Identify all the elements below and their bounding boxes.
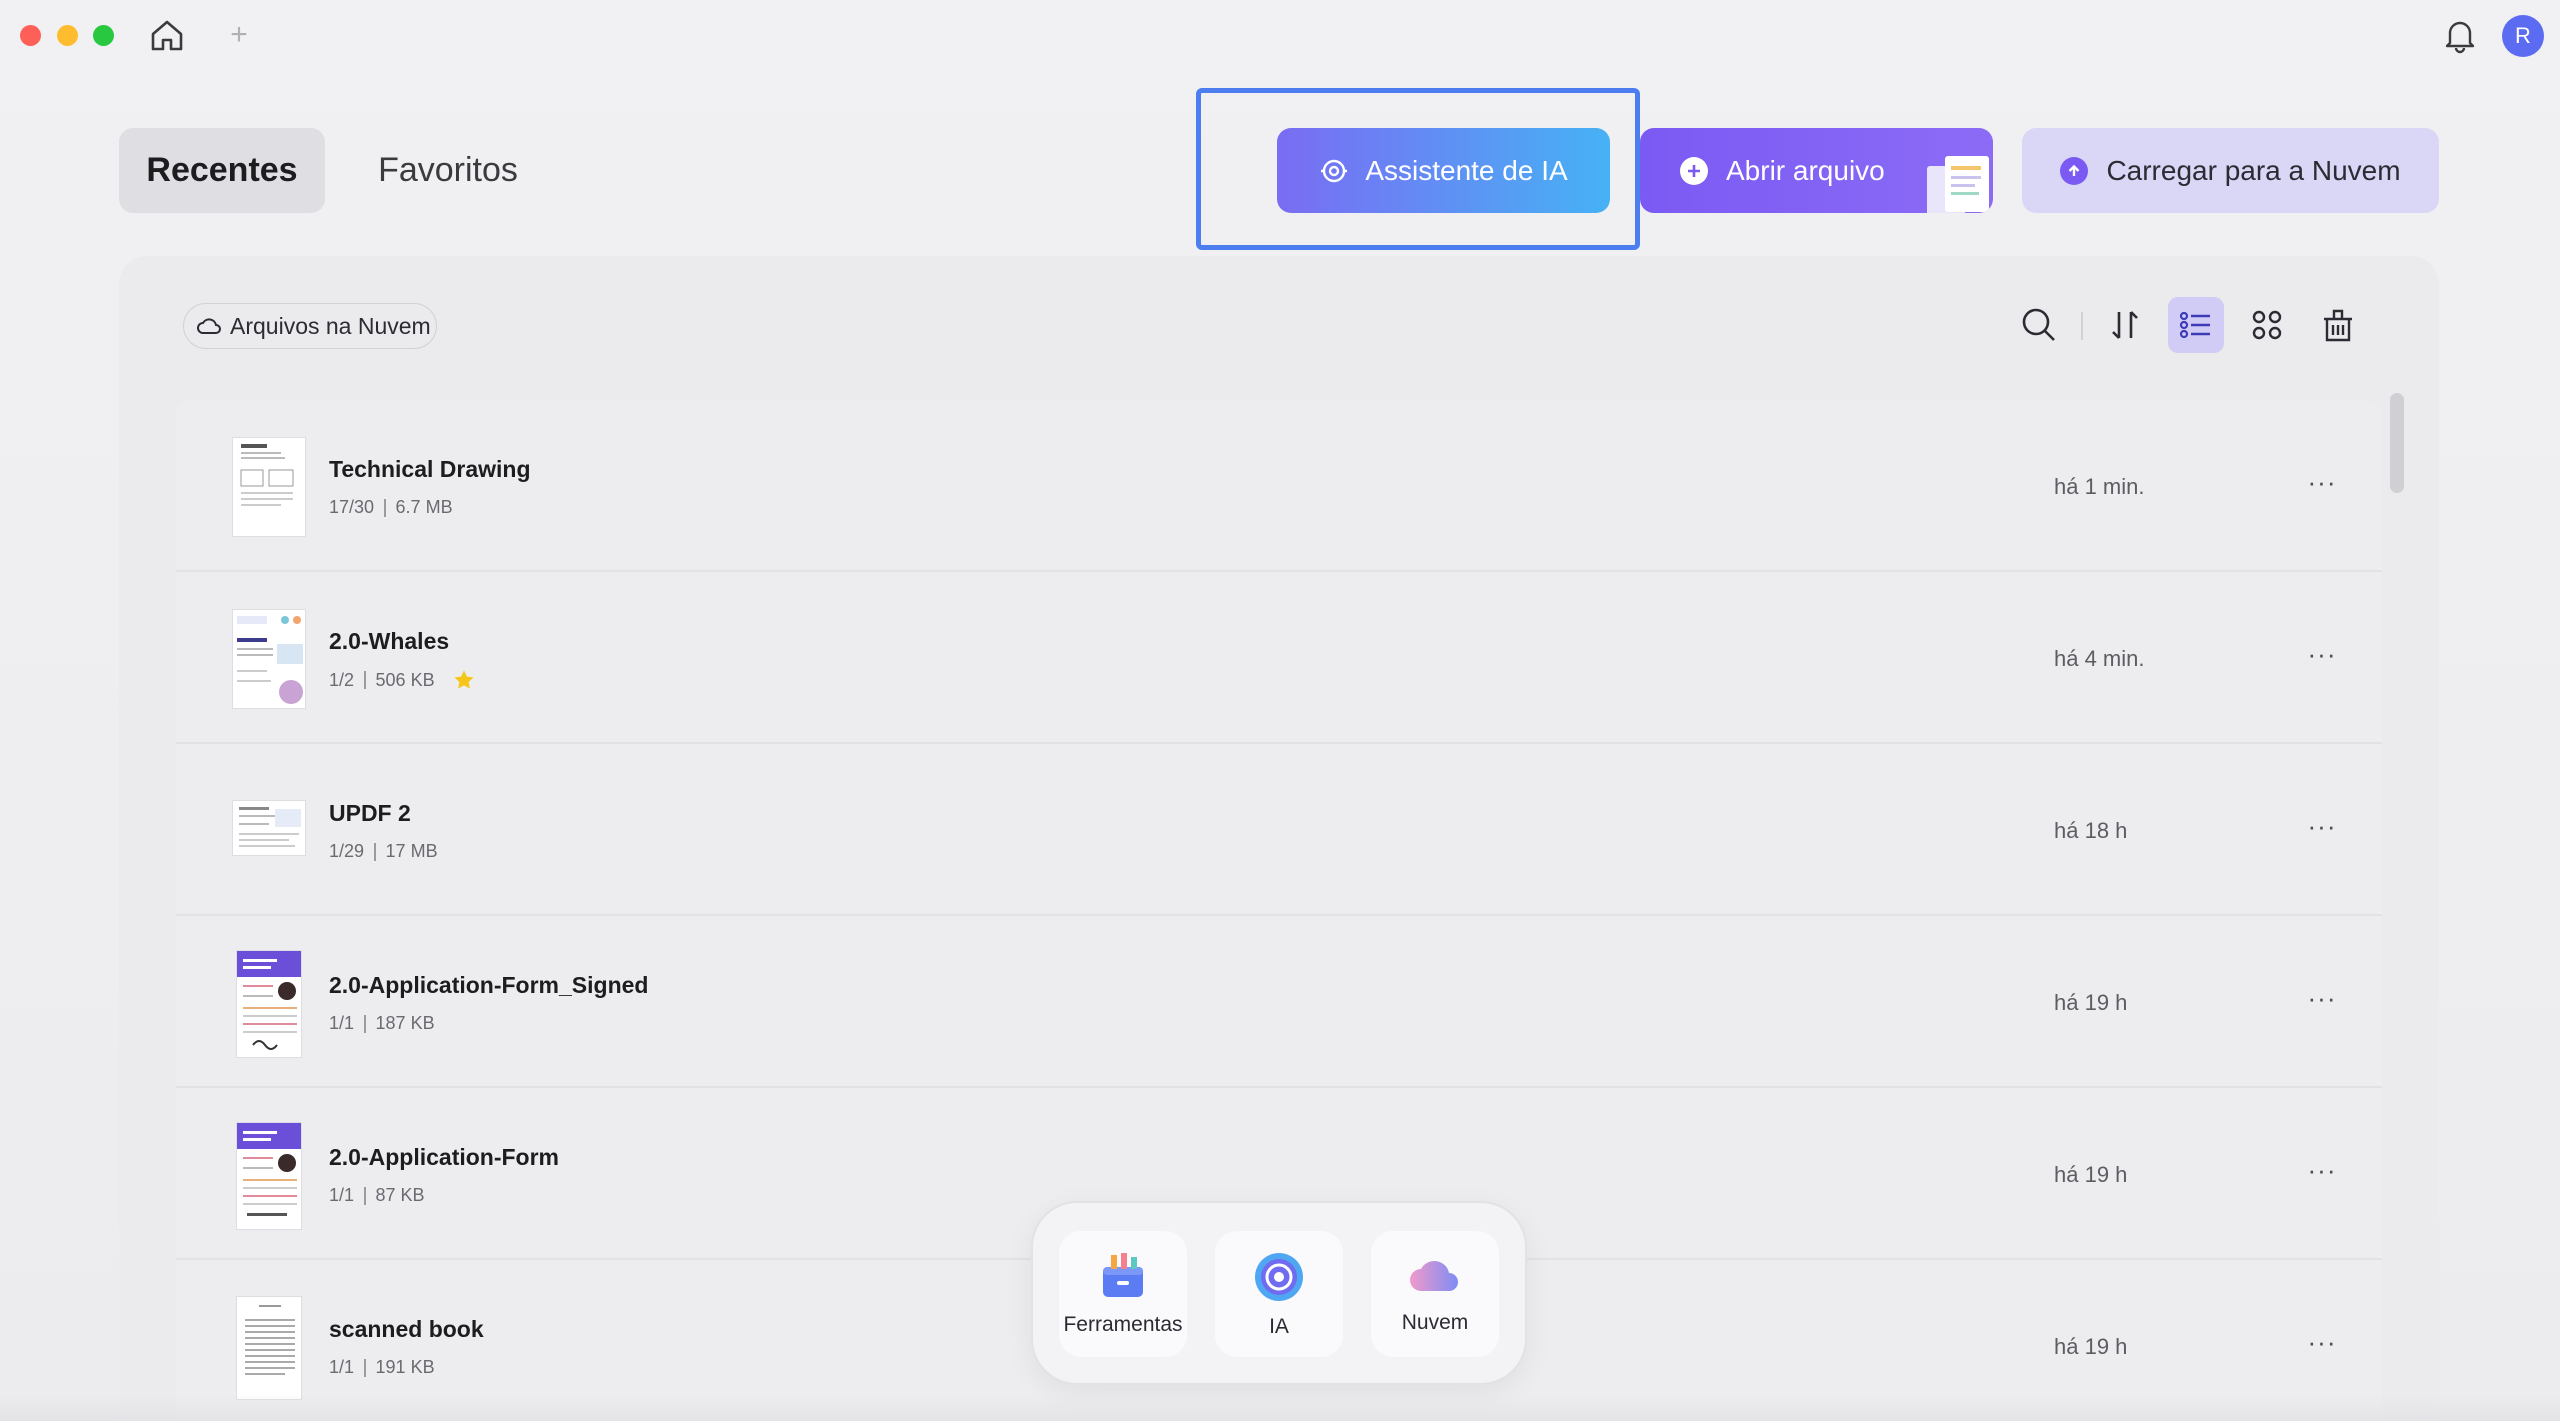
bottom-edge bbox=[0, 1395, 2560, 1421]
ai-icon bbox=[1255, 1253, 1303, 1301]
scrollbar[interactable] bbox=[2390, 393, 2404, 493]
list-item[interactable]: 2.0-Application-Form_Signed 1/1 187 KB há… bbox=[176, 916, 2382, 1088]
file-time: há 19 h bbox=[2054, 1162, 2128, 1187]
file-size: 87 KB bbox=[375, 1185, 425, 1205]
open-file-button[interactable]: Abrir arquivo bbox=[1640, 128, 1993, 213]
file-meta: 1/29 17 MB bbox=[329, 841, 438, 862]
grid-view-icon[interactable] bbox=[2239, 297, 2295, 353]
dock-tools-button[interactable]: Ferramentas bbox=[1059, 1231, 1187, 1357]
plus-circle-icon bbox=[1680, 156, 1708, 185]
more-options-button[interactable]: ··· bbox=[2302, 1329, 2342, 1362]
file-meta: 1/1 191 KB bbox=[329, 1357, 435, 1378]
add-tab-button[interactable]: + bbox=[228, 18, 250, 52]
file-name: 2.0-Application-Form bbox=[329, 1144, 560, 1170]
file-size: 191 KB bbox=[375, 1357, 435, 1377]
list-item[interactable]: Technical Drawing 17/30 6.7 MB há 1 min. … bbox=[176, 400, 2382, 572]
more-options-button[interactable]: ··· bbox=[2302, 641, 2342, 674]
documents-illustration-icon bbox=[1927, 156, 1989, 213]
ai-assistant-button[interactable]: Assistente de IA bbox=[1277, 128, 1610, 213]
file-name: scanned book bbox=[329, 1316, 484, 1342]
file-name: Technical Drawing bbox=[329, 456, 531, 482]
file-meta: 1/2 506 KB bbox=[329, 669, 475, 691]
file-time: há 18 h bbox=[2054, 818, 2128, 843]
dock-ai-button[interactable]: IA bbox=[1215, 1231, 1343, 1357]
upload-icon bbox=[2060, 156, 2089, 185]
file-thumbnail bbox=[232, 437, 306, 537]
sort-icon[interactable] bbox=[2097, 297, 2153, 353]
file-thumbnail bbox=[236, 950, 302, 1058]
file-time: há 19 h bbox=[2054, 1334, 2128, 1359]
more-options-button[interactable]: ··· bbox=[2302, 985, 2342, 1018]
tab-favorites[interactable]: Favoritos bbox=[350, 128, 546, 213]
minimize-window-button[interactable] bbox=[57, 25, 78, 46]
dock-cloud-button[interactable]: Nuvem bbox=[1371, 1231, 1499, 1357]
file-pages: 1/1 bbox=[329, 1013, 355, 1033]
ai-assistant-label: Assistente de IA bbox=[1365, 154, 1568, 186]
search-icon[interactable] bbox=[2011, 297, 2067, 353]
upload-cloud-button[interactable]: Carregar para a Nuvem bbox=[2022, 128, 2439, 213]
tab-recent[interactable]: Recentes bbox=[119, 128, 325, 213]
bell-icon[interactable] bbox=[2442, 16, 2478, 54]
bottom-dock: Ferramentas IA Nuvem bbox=[1031, 1201, 1527, 1385]
more-options-button[interactable]: ··· bbox=[2302, 469, 2342, 502]
trash-icon[interactable] bbox=[2310, 297, 2366, 353]
file-name: 2.0-Application-Form_Signed bbox=[329, 972, 649, 998]
close-window-button[interactable] bbox=[20, 25, 41, 46]
list-item[interactable]: 2.0-Whales 1/2 506 KB há 4 min. ··· bbox=[176, 572, 2382, 744]
cloud-files-filter[interactable]: Arquivos na Nuvem bbox=[183, 303, 437, 349]
file-thumbnail bbox=[232, 800, 306, 856]
file-thumbnail bbox=[232, 609, 306, 709]
file-pages: 1/1 bbox=[329, 1185, 355, 1205]
list-view-icon[interactable] bbox=[2168, 297, 2224, 353]
file-meta: 1/1 187 KB bbox=[329, 1013, 435, 1034]
cloud-files-label: Arquivos na Nuvem bbox=[230, 313, 431, 339]
toolbar-divider bbox=[2081, 312, 2083, 340]
file-time: há 1 min. bbox=[2054, 474, 2145, 499]
ai-assistant-icon bbox=[1321, 159, 1348, 182]
cloud-icon bbox=[197, 318, 221, 334]
more-options-button[interactable]: ··· bbox=[2302, 1157, 2342, 1190]
avatar[interactable]: R bbox=[2502, 15, 2544, 57]
open-file-label: Abrir arquivo bbox=[1726, 154, 1885, 186]
file-pages: 17/30 bbox=[329, 497, 375, 517]
file-time: há 19 h bbox=[2054, 990, 2128, 1015]
file-thumbnail bbox=[236, 1296, 302, 1400]
file-name: 2.0-Whales bbox=[329, 628, 450, 654]
file-thumbnail bbox=[236, 1122, 302, 1230]
file-name: UPDF 2 bbox=[329, 800, 411, 826]
more-options-button[interactable]: ··· bbox=[2302, 813, 2342, 846]
list-item[interactable]: UPDF 2 1/29 17 MB há 18 h ··· bbox=[176, 744, 2382, 916]
cloud-icon bbox=[1410, 1260, 1458, 1291]
dock-tools-label: Ferramentas bbox=[1063, 1313, 1183, 1336]
star-icon[interactable] bbox=[453, 669, 475, 691]
file-time: há 4 min. bbox=[2054, 646, 2145, 671]
file-size: 187 KB bbox=[375, 1013, 435, 1033]
file-meta: 17/30 6.7 MB bbox=[329, 497, 453, 518]
upload-cloud-label: Carregar para a Nuvem bbox=[2106, 154, 2401, 186]
home-icon[interactable] bbox=[148, 16, 186, 54]
file-pages: 1/1 bbox=[329, 1357, 355, 1377]
dock-cloud-label: Nuvem bbox=[1401, 1311, 1469, 1334]
dock-ai-label: IA bbox=[1269, 1315, 1289, 1338]
file-size: 17 MB bbox=[385, 841, 438, 861]
file-pages: 1/29 bbox=[329, 841, 365, 861]
file-size: 506 KB bbox=[375, 669, 435, 690]
toolbox-icon bbox=[1103, 1253, 1143, 1297]
title-bar: + R bbox=[0, 0, 2560, 70]
file-size: 6.7 MB bbox=[395, 497, 453, 517]
maximize-window-button[interactable] bbox=[93, 25, 114, 46]
file-pages: 1/2 bbox=[329, 669, 355, 690]
file-meta: 1/1 87 KB bbox=[329, 1185, 425, 1206]
